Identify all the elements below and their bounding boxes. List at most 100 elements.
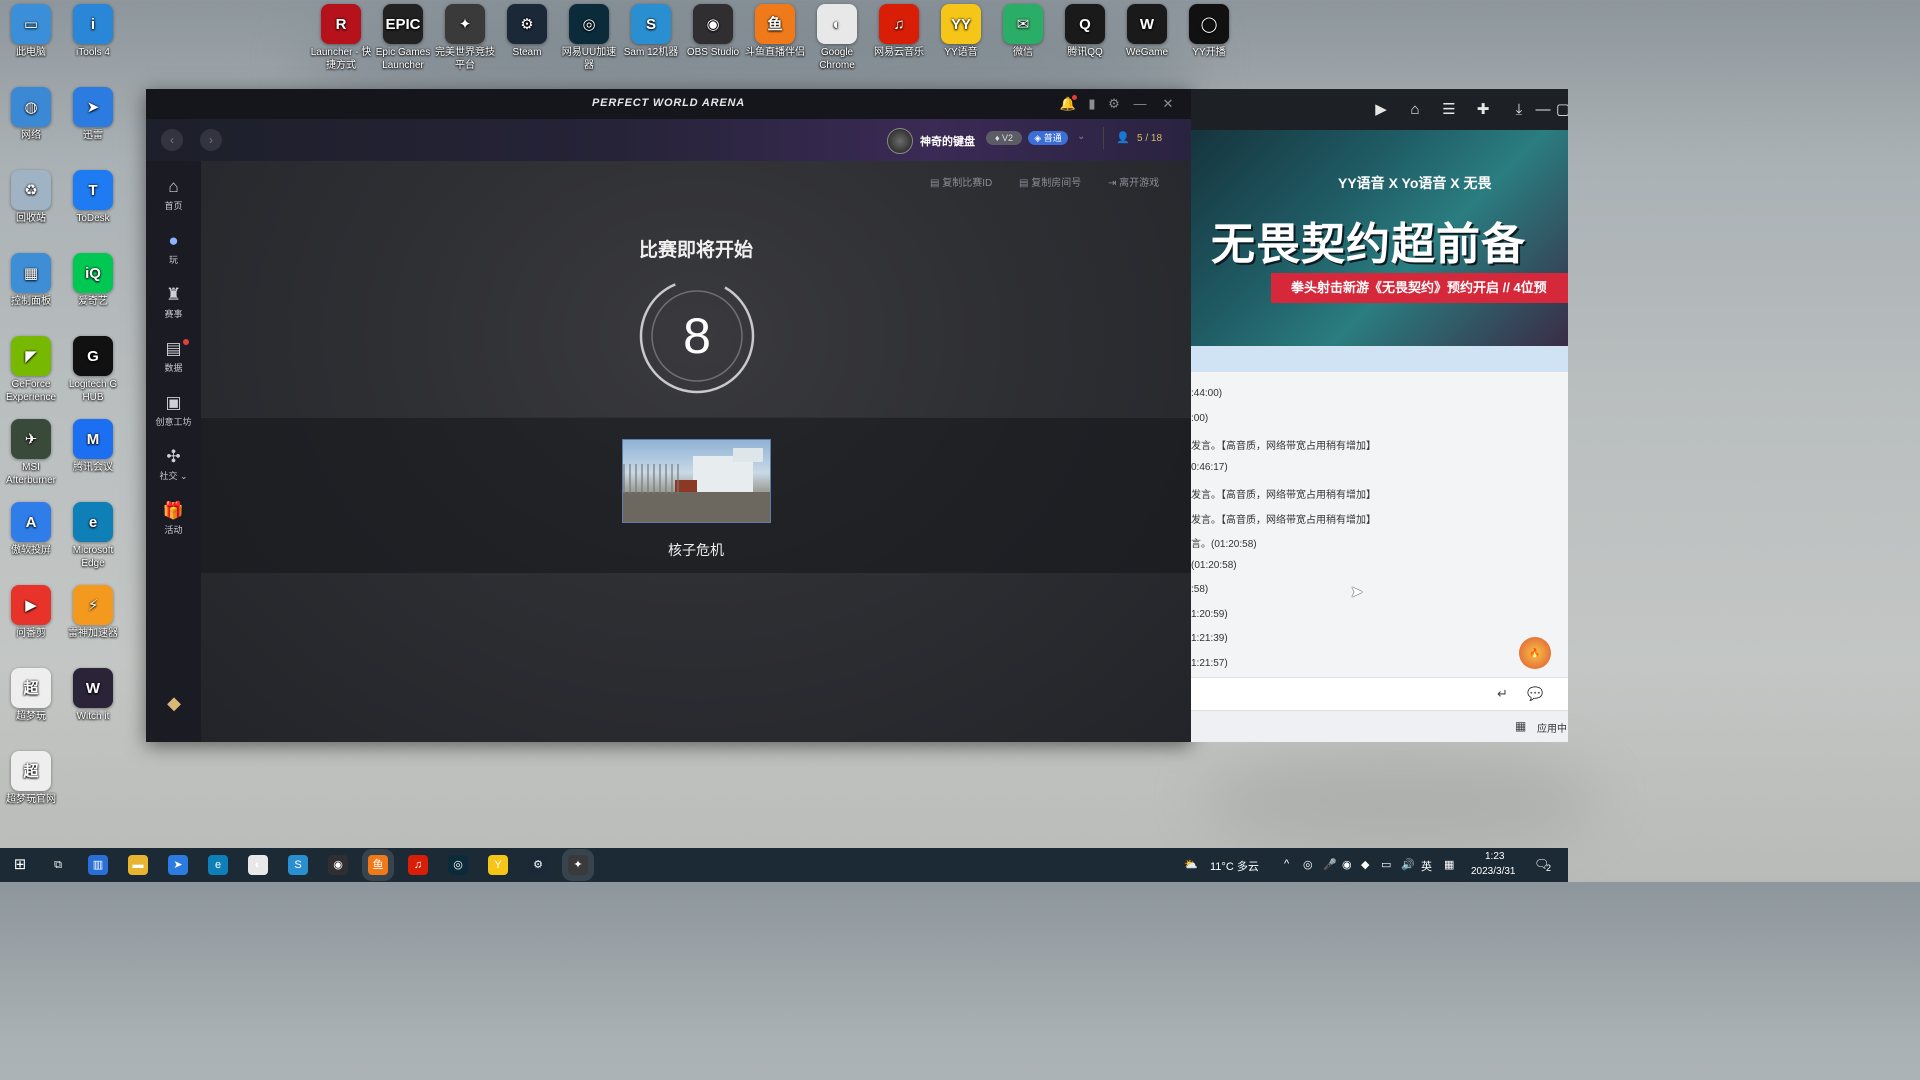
party-count[interactable]: 5 / 18 — [1137, 133, 1162, 144]
chrome-task-icon[interactable]: ◐ — [248, 855, 268, 875]
chevron-down-icon[interactable]: ⌄ — [1077, 131, 1085, 142]
avatar[interactable] — [887, 128, 913, 154]
match-starting-heading: 比赛即将开始 — [638, 240, 753, 261]
desktop-icon[interactable]: ♫ 网易云音乐 — [868, 4, 930, 59]
download-icon[interactable]: ⤓ — [1509, 100, 1529, 120]
map-thumbnail — [622, 439, 771, 523]
task-view-icon[interactable]: ⧉ — [48, 855, 68, 875]
forward-button[interactable]: › — [200, 129, 222, 151]
clock-time[interactable]: 1:23 — [1485, 851, 1504, 862]
minimize-button[interactable]: — — [1131, 95, 1149, 113]
keyboard-icon[interactable]: ▦ — [1444, 858, 1454, 871]
promo-banner[interactable]: YY语音 X Yo语音 X 无畏 无畏契约超前备 拳头射击新游《无畏契约》预约开… — [1191, 130, 1568, 346]
desktop-icon[interactable]: ⚙ Steam — [496, 4, 558, 59]
edge-task-icon[interactable]: e — [208, 855, 228, 875]
desktop-icon[interactable]: 鱼斗鱼直播伴侣 — [744, 4, 806, 59]
ime-indicator[interactable]: 英 — [1421, 858, 1432, 874]
desktop-icon[interactable]: T ToDesk — [62, 170, 124, 225]
sidebar-item[interactable]: ▣ 创意工坊 — [146, 393, 201, 428]
tray-app-icon[interactable]: ◆ — [1361, 858, 1369, 871]
clock-date[interactable]: 2023/3/31 — [1471, 866, 1516, 877]
perfect-world-task-icon[interactable]: ✦ — [568, 855, 588, 875]
desktop-icon[interactable]: M 腾讯会议 — [62, 419, 124, 474]
volume-icon[interactable]: 🔊 — [1401, 858, 1415, 871]
gamepad-icon[interactable]: ✚ — [1473, 100, 1493, 120]
desktop-icon[interactable]: W WeGame — [1116, 4, 1178, 59]
user-name[interactable]: 神奇的键盘 — [920, 133, 975, 149]
file-explorer-icon[interactable]: ▬ — [128, 855, 148, 875]
sidebar-item[interactable]: ● 玩 — [146, 231, 201, 266]
chat-input[interactable]: ↵ 💬 — [1191, 677, 1568, 711]
yy-task-icon[interactable]: Y — [488, 855, 508, 875]
list-icon[interactable]: ☰ — [1439, 100, 1459, 120]
video-icon[interactable]: ▶ — [1371, 100, 1391, 120]
copy-match-id-button[interactable]: ▤ 复制比赛ID — [930, 174, 992, 189]
windows-start-icon[interactable]: ⊞ — [10, 855, 30, 875]
network-tray-icon[interactable]: ▭ — [1381, 858, 1391, 871]
xunlei-task-icon[interactable]: ➤ — [168, 855, 188, 875]
desktop-icon[interactable]: ▭ 此电脑 — [0, 4, 62, 59]
steam-task-icon[interactable]: ⚙ — [528, 855, 548, 875]
minimize-icon[interactable]: — — [1533, 100, 1553, 120]
maximize-icon[interactable]: ▢ — [1553, 100, 1568, 120]
copy-room-id-button[interactable]: ▤ 复制房间号 — [1019, 174, 1081, 189]
desktop-icon[interactable]: ✈ MSI Afterburner — [0, 419, 62, 487]
desktop-icon[interactable]: ◐ Google Chrome — [806, 4, 868, 72]
uu-task-icon[interactable]: ◎ — [448, 855, 468, 875]
desktop-icon[interactable]: EPIC Epic Games Launcher — [372, 4, 434, 72]
desktop-icon[interactable]: ◉ OBS Studio — [682, 4, 744, 59]
emoji-icon[interactable]: 💬 — [1527, 686, 1543, 702]
back-button[interactable]: ‹ — [161, 129, 183, 151]
desktop-icon[interactable]: G Logitech G HUB — [62, 336, 124, 404]
weather-icon[interactable]: ⛅ — [1184, 858, 1198, 871]
sam-task-icon[interactable]: S — [288, 855, 308, 875]
home-icon[interactable]: ⌂ — [1405, 100, 1425, 120]
desktop-icon[interactable]: ⚡ 雷神加速器 — [62, 585, 124, 640]
sidebar-item[interactable]: ✣ 社交 ⌄ — [146, 447, 201, 482]
desktop-icon[interactable]: ✦ 完美世界竞技平台 — [434, 4, 496, 72]
netease-task-icon[interactable]: ♫ — [408, 855, 428, 875]
desktop-icon[interactable]: iQ 爱奇艺 — [62, 253, 124, 308]
desktop-icon[interactable]: W Witch it — [62, 668, 124, 723]
desktop-icon[interactable]: R Launcher - 快捷方式 — [310, 4, 372, 72]
close-button[interactable]: ✕ — [1159, 95, 1177, 113]
sidebar-item[interactable]: ⌂ 首页 — [146, 177, 201, 212]
netease-tray-icon[interactable]: ◉ — [1342, 858, 1352, 871]
desktop-icon[interactable]: A 傲软投屏 — [0, 502, 62, 557]
desktop-icon[interactable]: ➤ 迅雷 — [62, 87, 124, 142]
desktop-icon[interactable]: 超超梦玩官网 — [0, 751, 62, 806]
desktop-icon[interactable]: ♻ 回收站 — [0, 170, 62, 225]
sidebar-item[interactable]: ♜ 赛事 — [146, 285, 201, 320]
signal-icon[interactable]: ▮ — [1083, 95, 1101, 113]
sidebar-item[interactable]: ▤ 数据 — [146, 339, 201, 374]
settings-icon[interactable]: ⚙ — [1105, 95, 1123, 113]
vip-diamond-icon[interactable]: ◆ — [161, 693, 187, 713]
weather-text[interactable]: 11°C 多云 — [1210, 858, 1259, 874]
send-icon[interactable]: ↵ — [1497, 686, 1508, 702]
desktop-icon[interactable]: ◤ GeForce Experience — [0, 336, 62, 404]
apps-grid-icon[interactable]: ▦ — [1515, 719, 1526, 733]
app-center-label[interactable]: 应用中 — [1537, 720, 1567, 735]
desktop-icon[interactable]: ▦ 控制面板 — [0, 253, 62, 308]
store-icon[interactable]: ▥ — [88, 855, 108, 875]
desktop-icon[interactable]: ◯ YY开播 — [1178, 4, 1240, 59]
desktop-icon[interactable]: ✉ 微信 — [992, 4, 1054, 59]
desktop-icon[interactable]: ◎ 网易UU加速器 — [558, 4, 620, 72]
uu-tray-icon[interactable]: ◎ — [1303, 858, 1313, 871]
desktop-icon[interactable]: ◍ 网络 — [0, 87, 62, 142]
desktop-icon[interactable]: S Sam 12机器 — [620, 4, 682, 59]
sidebar-item[interactable]: 🎁 活动 — [146, 501, 201, 536]
douyu-task-icon[interactable]: 鱼 — [368, 855, 388, 875]
desktop-icon[interactable]: i iTools 4 — [62, 4, 124, 59]
desktop-icon[interactable]: e Microsoft Edge — [62, 502, 124, 570]
obs-task-icon[interactable]: ◉ — [328, 855, 348, 875]
desktop-icon[interactable]: 超超梦玩 — [0, 668, 62, 723]
microphone-icon[interactable]: 🎤 — [1323, 858, 1337, 871]
title-bar[interactable]: PERFECT WORLD ARENA 🔔 ▮ ⚙ — ✕ — [146, 89, 1191, 119]
fire-icon[interactable]: 🔥 — [1519, 637, 1551, 669]
desktop-icon[interactable]: Q 腾讯QQ — [1054, 4, 1116, 59]
desktop-icon[interactable]: YY YY语音 — [930, 4, 992, 59]
leave-game-button[interactable]: ⇥ 离开游戏 — [1108, 174, 1159, 189]
desktop-icon[interactable]: ▶ 问番剪 — [0, 585, 62, 640]
chevron-up-icon[interactable]: ^ — [1284, 858, 1289, 870]
